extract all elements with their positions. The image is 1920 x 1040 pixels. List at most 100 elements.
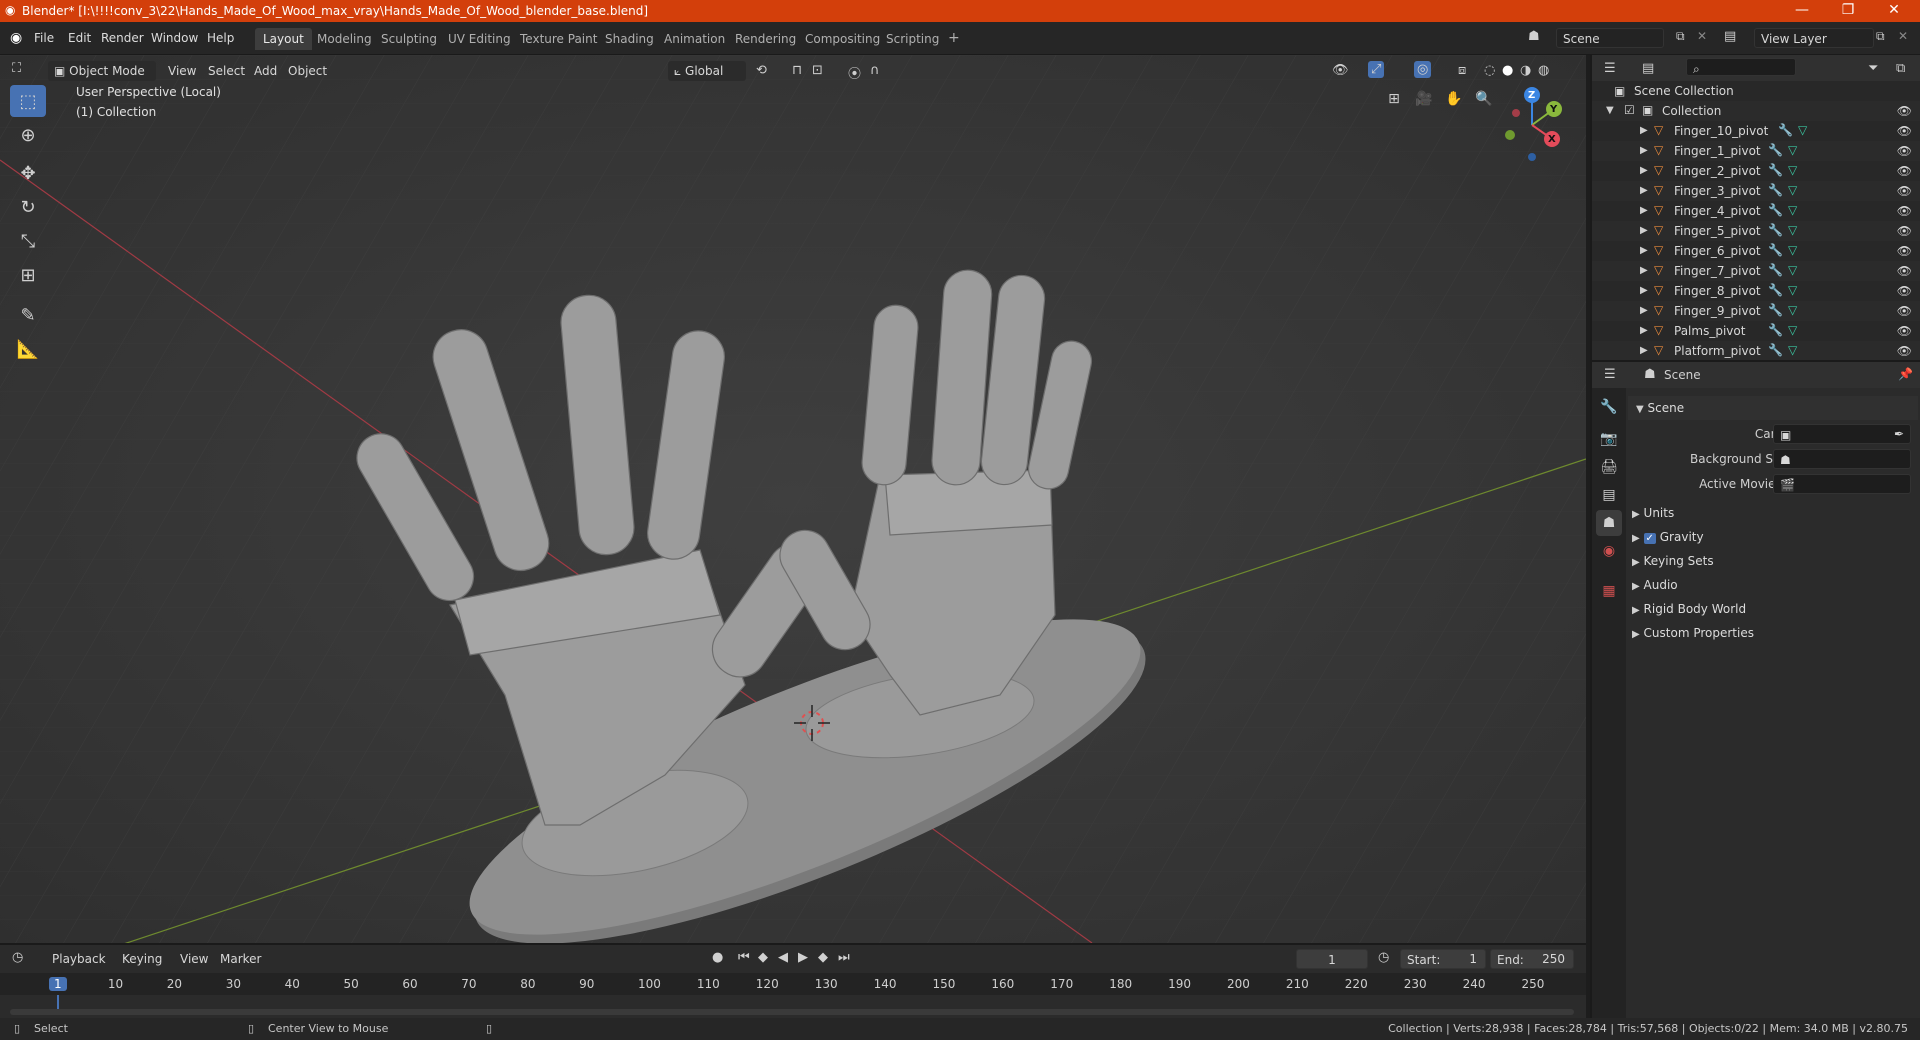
mesh-data-icon[interactable]: ▽	[1788, 223, 1797, 237]
timeline-menu-view[interactable]: View	[180, 952, 208, 966]
tab-scene[interactable]: ☗	[1596, 510, 1622, 536]
jump-end-icon[interactable]: ⏭	[838, 950, 850, 965]
tab-scripting[interactable]: Scripting	[878, 28, 947, 50]
tab-animation[interactable]: Animation	[656, 28, 733, 50]
wireframe-shading-icon[interactable]: ◌	[1484, 63, 1495, 78]
mesh-data-icon[interactable]: ▽	[1788, 203, 1797, 217]
overlays-toggle-icon[interactable]: ◎	[1414, 61, 1432, 78]
add-workspace-button[interactable]: +	[940, 28, 968, 50]
timeline-menu-marker[interactable]: Marker	[220, 952, 261, 966]
timeline-menu-keying[interactable]: Keying	[122, 952, 162, 966]
outliner-editor-icon[interactable]: ☰	[1604, 61, 1616, 76]
custom-properties-panel[interactable]: ▶ Custom Properties	[1632, 626, 1754, 648]
gravity-panel[interactable]: ▶ ✓ Gravity	[1632, 530, 1704, 552]
wrench-icon[interactable]: 🔧	[1768, 283, 1783, 297]
mesh-data-icon[interactable]: ▽	[1788, 303, 1797, 317]
units-panel[interactable]: ▶ Units	[1632, 506, 1674, 528]
restore-icon[interactable]: ❐	[1828, 2, 1868, 18]
new-scene-icon[interactable]: ⧉	[1676, 29, 1685, 44]
mesh-data-icon[interactable]: ▽	[1788, 163, 1797, 177]
end-frame-field[interactable]: End: 250	[1490, 949, 1574, 969]
proportional-edit-icon[interactable]: ⦿	[848, 63, 861, 82]
scene-collection-row[interactable]: ▣ Scene Collection	[1592, 81, 1920, 101]
mesh-data-icon[interactable]: ▽	[1788, 243, 1797, 257]
menu-window[interactable]: Window	[151, 31, 198, 45]
minimize-icon[interactable]: —	[1782, 2, 1822, 18]
tab-render[interactable]: 📷	[1596, 426, 1622, 452]
select-box-tool[interactable]: ⬚	[10, 85, 46, 117]
wrench-icon[interactable]: 🔧	[1768, 343, 1783, 357]
viewport-menu-select[interactable]: Select	[208, 64, 245, 78]
delete-view-layer-icon[interactable]: ✕	[1898, 29, 1908, 43]
tab-texture[interactable]: ▦	[1596, 578, 1622, 604]
expand-icon[interactable]: ▶	[1640, 285, 1648, 296]
filter-icon[interactable]: ⏷	[1868, 61, 1878, 76]
mesh-data-icon[interactable]: ▽	[1788, 323, 1797, 337]
expand-icon[interactable]: ▶	[1640, 265, 1648, 276]
rotate-tool[interactable]: ↻	[10, 191, 46, 223]
eye-icon[interactable]: 👁	[1897, 244, 1912, 258]
gizmo-toggle-icon[interactable]: ⤢	[1368, 61, 1385, 78]
expand-icon[interactable]: ▶	[1640, 205, 1648, 216]
prev-keyframe-icon[interactable]: ◆	[758, 950, 768, 965]
tab-output[interactable]: 🖨	[1596, 454, 1622, 480]
expand-icon[interactable]: ▶	[1640, 345, 1648, 356]
outliner-item[interactable]: ▶ ▽ Finger_6_pivot 🔧 ▽ 👁	[1592, 241, 1920, 261]
wrench-icon[interactable]: 🔧	[1768, 183, 1783, 197]
new-collection-icon[interactable]: ⧉	[1896, 61, 1905, 76]
menu-edit[interactable]: Edit	[68, 31, 91, 45]
move-tool[interactable]: ✥	[10, 157, 46, 189]
tab-tool[interactable]: 🔧	[1596, 394, 1622, 420]
outliner-item[interactable]: ▶ ▽ Finger_9_pivot 🔧 ▽ 👁	[1592, 301, 1920, 321]
wrench-icon[interactable]: 🔧	[1778, 123, 1793, 137]
mesh-data-icon[interactable]: ▽	[1788, 183, 1797, 197]
tab-uv-editing[interactable]: UV Editing	[440, 28, 519, 50]
wrench-icon[interactable]: 🔧	[1768, 323, 1783, 337]
next-keyframe-icon[interactable]: ◆	[818, 950, 828, 965]
wrench-icon[interactable]: 🔧	[1768, 143, 1783, 157]
solid-shading-icon[interactable]: ●	[1502, 63, 1513, 78]
outliner-item[interactable]: ▶ ▽ Finger_5_pivot 🔧 ▽ 👁	[1592, 221, 1920, 241]
tab-rendering[interactable]: Rendering	[727, 28, 804, 50]
play-icon[interactable]: ▶	[798, 950, 808, 965]
eye-icon[interactable]: 👁	[1897, 304, 1912, 318]
outliner-search-input[interactable]: ⌕	[1686, 58, 1796, 76]
eye-icon[interactable]: 👁	[1897, 124, 1912, 138]
record-icon[interactable]: ●	[712, 950, 723, 965]
tab-modeling[interactable]: Modeling	[309, 28, 380, 50]
collection-checkbox[interactable]: ☑	[1624, 103, 1635, 117]
transform-tool[interactable]: ⊞	[10, 259, 46, 291]
wrench-icon[interactable]: 🔧	[1768, 263, 1783, 277]
outliner-item[interactable]: ▶ ▽ Platform_pivot 🔧 ▽ 👁	[1592, 341, 1920, 360]
timeline-menu-playback[interactable]: Playback	[52, 952, 106, 966]
xray-icon[interactable]: ⧈	[1458, 63, 1466, 78]
eye-icon[interactable]: 👁	[1897, 284, 1912, 298]
eye-icon[interactable]: 👁	[1897, 104, 1912, 118]
properties-editor-icon[interactable]: ☰	[1604, 367, 1616, 382]
pin-icon[interactable]: 📌	[1898, 367, 1913, 381]
expand-icon[interactable]: ▶	[1640, 305, 1648, 316]
tab-sculpting[interactable]: Sculpting	[373, 28, 445, 50]
wrench-icon[interactable]: 🔧	[1768, 163, 1783, 177]
mesh-data-icon[interactable]: ▽	[1788, 263, 1797, 277]
play-reverse-icon[interactable]: ◀	[778, 950, 788, 965]
cursor-tool[interactable]: ⊕	[10, 119, 46, 151]
outliner-item[interactable]: ▶ ▽ Finger_2_pivot 🔧 ▽ 👁	[1592, 161, 1920, 181]
delete-scene-icon[interactable]: ✕	[1697, 29, 1707, 43]
eye-icon[interactable]: 👁	[1897, 164, 1912, 178]
material-shading-icon[interactable]: ◑	[1520, 63, 1531, 78]
outliner-item[interactable]: ▶ ▽ Finger_4_pivot 🔧 ▽ 👁	[1592, 201, 1920, 221]
expand-icon[interactable]: ▶	[1640, 325, 1648, 336]
tab-compositing[interactable]: Compositing	[797, 28, 888, 50]
expand-icon[interactable]: ▶	[1640, 145, 1648, 156]
visibility-icon[interactable]: 👁	[1332, 63, 1349, 78]
expand-icon[interactable]: ▶	[1640, 125, 1648, 136]
viewport-menu-object[interactable]: Object	[288, 64, 327, 78]
current-frame-field[interactable]: 1	[1296, 949, 1368, 969]
menu-help[interactable]: Help	[207, 31, 234, 45]
tab-texture-paint[interactable]: Texture Paint	[512, 28, 605, 50]
wrench-icon[interactable]: 🔧	[1768, 243, 1783, 257]
mesh-data-icon[interactable]: ▽	[1798, 123, 1807, 137]
eye-icon[interactable]: 👁	[1897, 204, 1912, 218]
annotate-tool[interactable]: ✎	[10, 299, 46, 331]
